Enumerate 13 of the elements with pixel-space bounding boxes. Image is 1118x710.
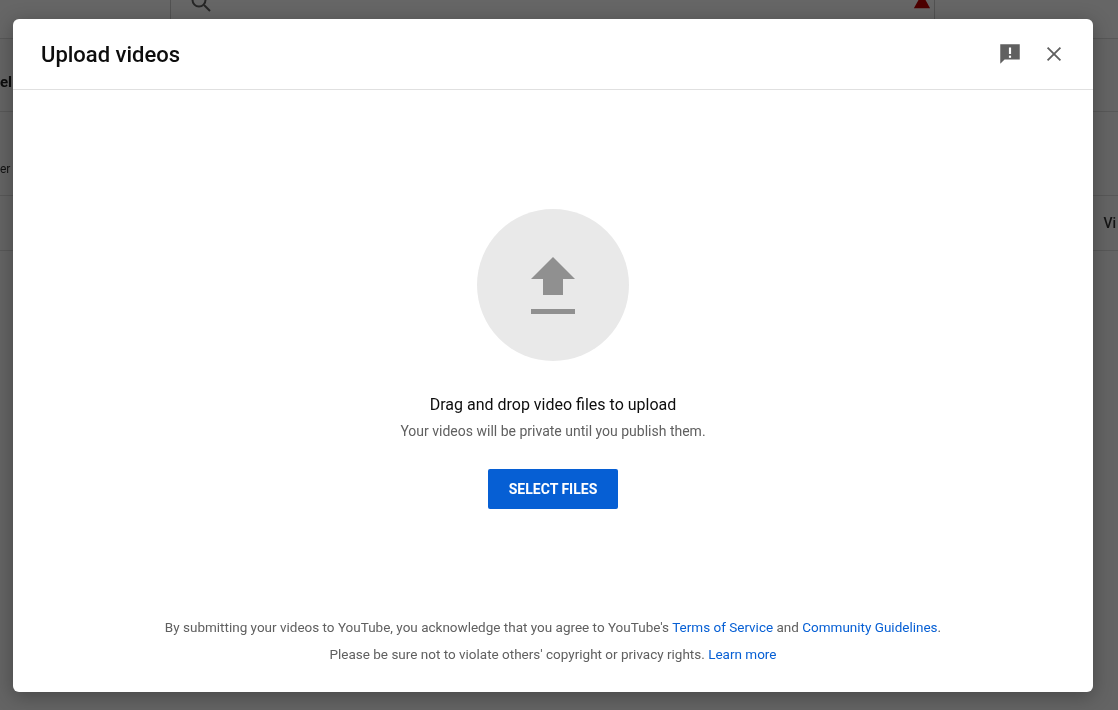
drop-prompt: Drag and drop video files to upload bbox=[429, 395, 677, 414]
upload-icon[interactable] bbox=[477, 209, 629, 361]
link[interactable]: Community Guidelines bbox=[802, 619, 938, 635]
page-heading: el bbox=[0, 73, 13, 91]
link[interactable]: Learn more bbox=[708, 646, 777, 662]
select-files-button[interactable]: SELECT FILES bbox=[488, 469, 618, 509]
filter-text: er bbox=[0, 161, 11, 176]
privacy-note: Your videos will be private until you publish them. bbox=[400, 423, 706, 439]
link[interactable]: Terms of Service bbox=[672, 619, 774, 635]
column-header: Vi bbox=[1103, 215, 1116, 231]
terms-text: Please be sure not to violate others' copyright or privacy rights. Learn more bbox=[329, 645, 777, 664]
terms-text: By submitting your videos to YouTube, you acknowledge that you agree to YouTube's Terms of Service and Community Guidelines. bbox=[164, 618, 942, 637]
dialog-title: Upload videos bbox=[41, 41, 182, 67]
